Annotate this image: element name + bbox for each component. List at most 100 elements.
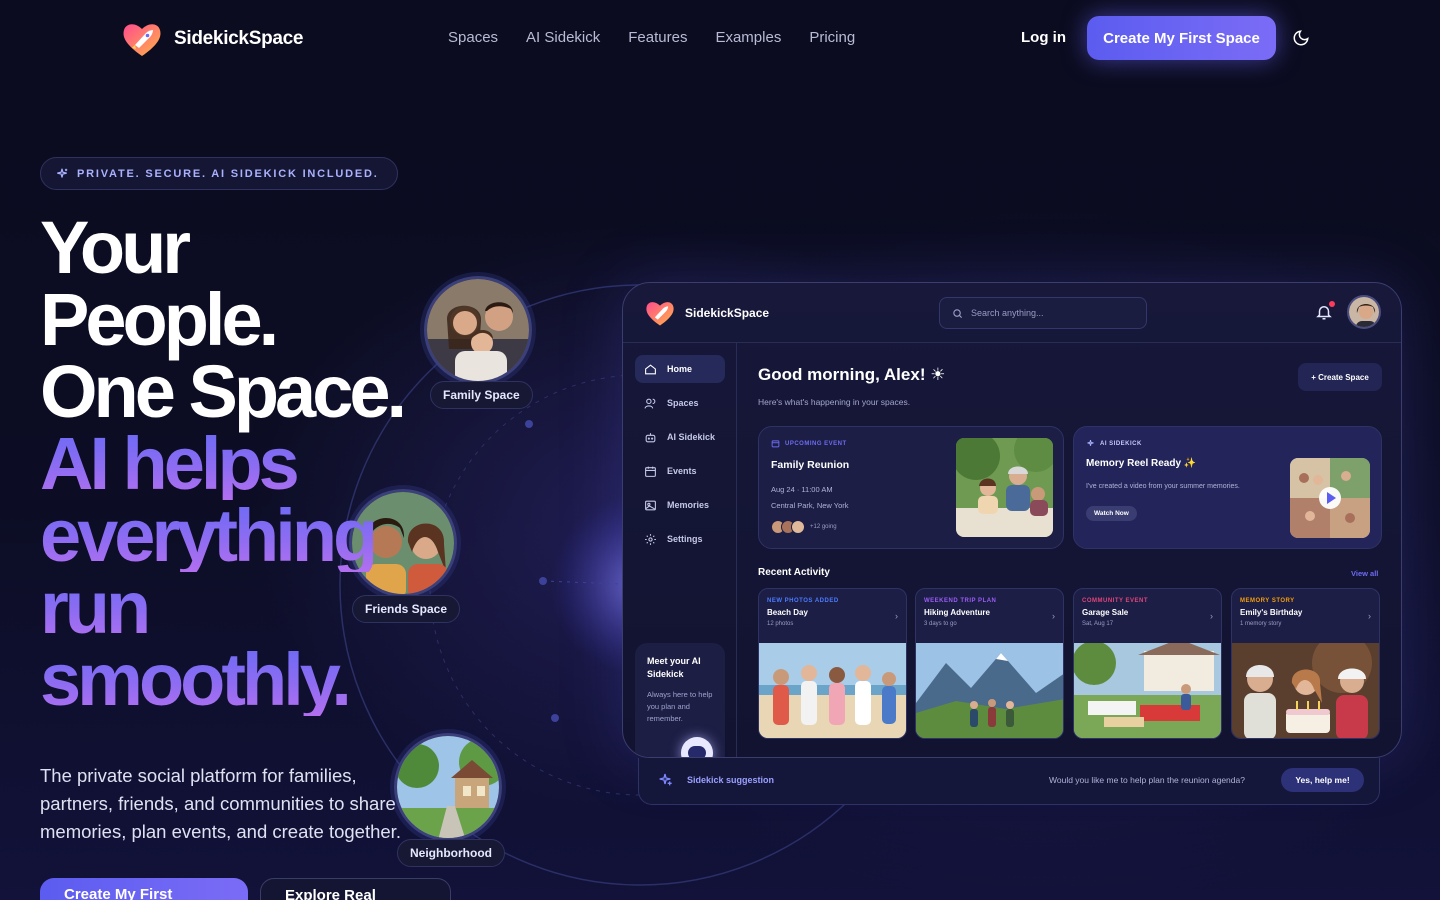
meet-title: Meet your AI Sidekick — [647, 656, 701, 679]
activity-tile-garage-sale[interactable]: COMMUNITY EVENT Garage Sale Sat, Aug 17 … — [1073, 588, 1222, 739]
sparkle-icon — [1087, 440, 1094, 446]
headline-line-5: everything — [40, 499, 403, 573]
event-place: Central Park, New York — [771, 501, 849, 510]
nav-links: Spaces AI Sidekick Features Examples Pri… — [448, 29, 855, 46]
attendee-avatars: +12 going — [771, 520, 837, 534]
ai-tag: AI SIDEKICK — [1100, 440, 1142, 447]
sidebar-item-settings[interactable]: Settings — [635, 525, 725, 553]
tile-header: NEW PHOTOS ADDED Beach Day 12 photos › — [759, 589, 906, 643]
dashboard-sidebar: Home Spaces AI Sidekick Events Memories … — [623, 343, 737, 757]
tile-title: Emily's Birthday — [1240, 608, 1303, 617]
sidebar-item-ai-sidekick[interactable]: AI Sidekick — [635, 423, 725, 451]
event-tag: UPCOMING EVENT — [785, 440, 847, 447]
watch-now-button[interactable]: Watch Now — [1086, 506, 1137, 521]
event-title: Family Reunion — [771, 459, 850, 471]
sidekick-bot-icon[interactable] — [681, 737, 713, 757]
birthday-photo-icon — [1232, 633, 1379, 738]
activity-tile-hiking[interactable]: WEEKEND TRIP PLAN Hiking Adventure 3 day… — [915, 588, 1064, 739]
dashboard-brand-name: SidekickSpace — [685, 306, 770, 320]
event-card[interactable]: UPCOMING EVENT Family Reunion Aug 24 · 1… — [758, 426, 1064, 549]
tile-title: Hiking Adventure — [924, 608, 990, 617]
family-space-avatar[interactable] — [424, 276, 532, 384]
sidebar-item-events[interactable]: Events — [635, 457, 725, 485]
hero-subtitle: The private social platform for families… — [40, 765, 401, 842]
tile-tag: NEW PHOTOS ADDED — [767, 598, 839, 604]
tile-title: Beach Day — [767, 608, 808, 617]
dashboard-topbar: SidekickSpace Search anything... — [623, 283, 1401, 343]
sidebar-label-settings: Settings — [667, 534, 703, 544]
yes-help-me-button[interactable]: Yes, help me! — [1281, 768, 1364, 792]
notification-dot — [1329, 301, 1335, 307]
suggestion-text: Would you like me to help plan the reuni… — [1049, 775, 1245, 785]
dashboard-brand[interactable]: SidekickSpace — [643, 299, 769, 327]
activity-tile-beach-day[interactable]: NEW PHOTOS ADDED Beach Day 12 photos › — [758, 588, 907, 739]
hero-primary-button[interactable]: Create My First — [40, 878, 248, 900]
mountain-photo-icon — [916, 643, 1063, 738]
nav-link-spaces[interactable]: Spaces — [448, 29, 498, 46]
sidebar-item-home[interactable]: Home — [635, 355, 725, 383]
create-space-button[interactable]: Create My First Space — [1087, 16, 1276, 60]
user-photo-icon — [1349, 297, 1379, 327]
tile-subtitle: 3 days to go — [924, 621, 957, 627]
tile-header: MEMORY STORY Emily's Birthday 1 memory s… — [1232, 589, 1379, 643]
rocket-heart-logo-icon — [646, 302, 674, 326]
meet-sidekick-card[interactable]: Meet your AI Sidekick Always here to hel… — [635, 643, 725, 757]
nav-link-ai-sidekick[interactable]: AI Sidekick — [526, 29, 600, 46]
hero-secondary-button[interactable]: Explore Real — [260, 878, 451, 900]
headline-line-2: People. — [40, 278, 279, 361]
sidebar-label-spaces: Spaces — [667, 398, 699, 408]
meet-description: Always here to help you plan and remembe… — [647, 690, 713, 723]
user-avatar[interactable] — [1347, 295, 1381, 329]
login-link[interactable]: Log in — [1021, 29, 1066, 46]
ai-card-title: Memory Reel Ready ✨ — [1086, 458, 1197, 469]
nav-link-features[interactable]: Features — [628, 29, 687, 46]
home-icon — [645, 363, 656, 374]
chevron-right-icon: › — [895, 611, 898, 621]
sidebar-label-home: Home — [667, 364, 693, 374]
chevron-right-icon: › — [1210, 611, 1213, 621]
event-tag-row: UPCOMING EVENT — [771, 439, 847, 448]
view-all-link[interactable]: View all — [1351, 569, 1378, 578]
headline-line-7: smoothly. — [40, 643, 403, 717]
headline-line-6: run — [40, 571, 403, 645]
nav-link-pricing[interactable]: Pricing — [809, 29, 855, 46]
moon-icon[interactable] — [1292, 29, 1310, 47]
privacy-badge: PRIVATE. SECURE. AI SIDEKICK INCLUDED. — [40, 157, 398, 190]
tile-header: WEEKEND TRIP PLAN Hiking Adventure 3 day… — [916, 589, 1063, 643]
sidebar-item-memories[interactable]: Memories — [635, 491, 725, 519]
suggestion-label-row: Sidekick suggestion — [657, 772, 774, 788]
beach-photo-icon — [759, 643, 906, 738]
ai-tag-row: AI SIDEKICK — [1086, 439, 1142, 448]
tile-tag: MEMORY STORY — [1240, 598, 1295, 604]
ai-sidekick-card[interactable]: AI SIDEKICK Memory Reel Ready ✨ I've cre… — [1073, 426, 1382, 549]
sidebar-label-events: Events — [667, 466, 697, 476]
hero-headline: Your People. One Space. AI helps everyth… — [40, 211, 407, 717]
dashboard-search-input[interactable]: Search anything... — [939, 297, 1147, 329]
tile-subtitle: Sat, Aug 17 — [1082, 621, 1114, 627]
greeting-subtitle: Here's what's happening in your spaces. — [758, 397, 911, 407]
suggestion-label: Sidekick suggestion — [687, 775, 775, 785]
headline-line-4: AI helps — [40, 427, 403, 501]
chevron-right-icon: › — [1368, 611, 1371, 621]
top-nav: SidekickSpace Spaces AI Sidekick Feature… — [0, 0, 1440, 76]
sidebar-item-spaces[interactable]: Spaces — [635, 389, 725, 417]
family-photo-icon — [427, 279, 529, 381]
badge-text: PRIVATE. SECURE. AI SIDEKICK INCLUDED. — [77, 167, 379, 180]
search-placeholder: Search anything... — [971, 308, 1044, 318]
nav-link-examples[interactable]: Examples — [715, 29, 781, 46]
calendar-icon — [645, 466, 656, 477]
search-icon — [953, 308, 963, 318]
image-icon — [645, 500, 656, 510]
chevron-right-icon: › — [1052, 611, 1055, 621]
calendar-icon — [771, 440, 780, 448]
greeting-title: Good morning, Alex! ☀ — [758, 365, 946, 384]
tile-header: COMMUNITY EVENT Garage Sale Sat, Aug 17 … — [1074, 589, 1221, 643]
dashboard-preview: SidekickSpace Search anything... Home Sp… — [622, 282, 1402, 758]
activity-tile-birthday[interactable]: MEMORY STORY Emily's Birthday 1 memory s… — [1231, 588, 1380, 739]
sparkle-icon — [659, 773, 672, 786]
recent-activity-title: Recent Activity — [758, 567, 830, 578]
brand-name: SidekickSpace — [174, 28, 304, 49]
brand[interactable]: SidekickSpace — [120, 20, 303, 58]
family-space-chip[interactable]: Family Space — [430, 381, 533, 409]
create-space-small-button[interactable]: + Create Space — [1298, 363, 1382, 391]
